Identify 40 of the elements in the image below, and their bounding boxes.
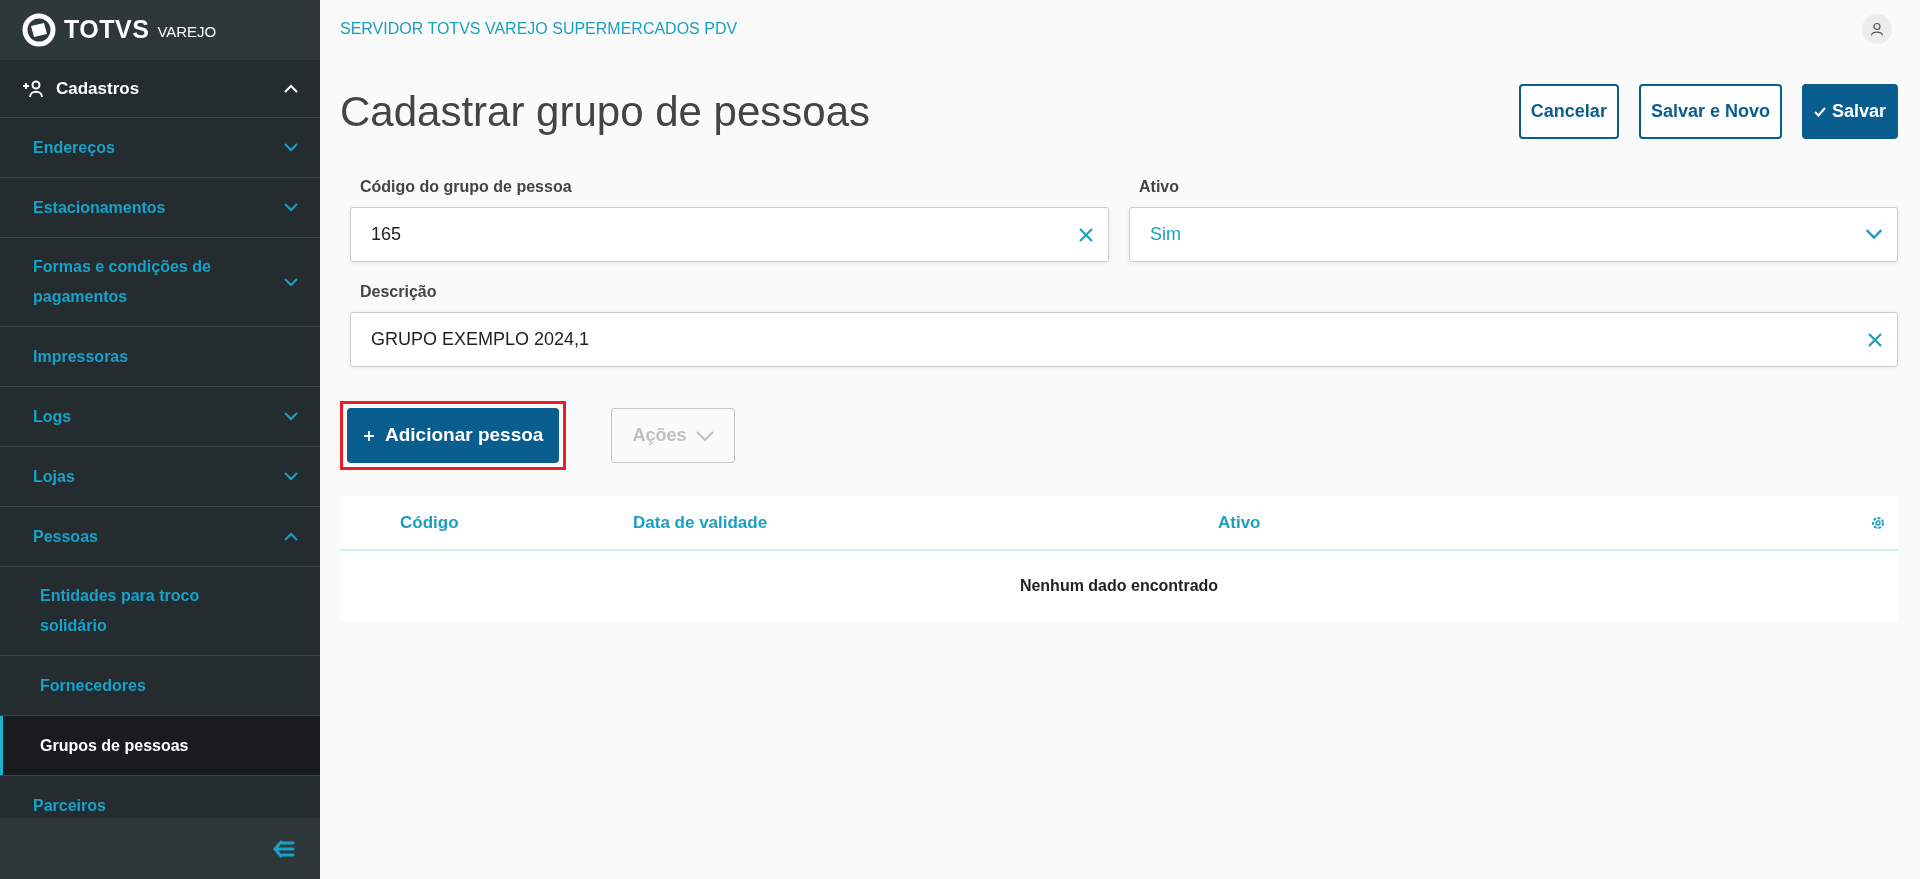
add-person-button[interactable]: Adicionar pessoa <box>347 408 560 463</box>
clear-icon[interactable] <box>1078 226 1094 243</box>
clear-icon[interactable] <box>1867 331 1883 348</box>
logo-icon <box>22 13 56 47</box>
plus-icon <box>363 430 375 443</box>
check-icon <box>1813 107 1826 118</box>
input-field[interactable]: 165 <box>350 207 1109 262</box>
add-person-icon <box>22 79 44 98</box>
column-header: Data de validade <box>633 512 768 532</box>
menu-item[interactable]: Pessoas <box>0 507 320 567</box>
menu-item[interactable]: Impressoras <box>0 327 320 387</box>
action-button[interactable]: Cancelar <box>1518 84 1619 139</box>
brand-name: TOTVS <box>64 14 150 46</box>
menu-item[interactable]: Endereços <box>0 118 320 178</box>
menu-item[interactable]: Grupos de pessoas <box>0 716 320 776</box>
menu-item[interactable]: Entidades para troco solidário <box>0 567 320 656</box>
collapse-icon <box>284 84 298 93</box>
user-avatar[interactable] <box>1862 14 1892 44</box>
menu-item[interactable]: Formas e condições de pagamentos <box>0 238 320 327</box>
field-label: Ativo <box>1139 177 1180 197</box>
field-label: Código do grupo de pessoa <box>360 177 573 197</box>
menu-section[interactable]: Cadastros <box>0 60 320 118</box>
settings-icon[interactable] <box>1870 514 1886 531</box>
select-field[interactable]: Sim <box>1129 207 1898 262</box>
action-button[interactable]: Salvar e Novo <box>1638 84 1782 139</box>
menu-item[interactable]: Logs <box>0 387 320 447</box>
caret-icon <box>696 430 715 442</box>
input-field[interactable]: GRUPO EXEMPLO 2024,1 <box>350 312 1898 367</box>
field-label: Descrição <box>360 282 438 302</box>
menu-item[interactable]: Lojas <box>0 447 320 507</box>
product-name: VAREJO <box>157 21 217 42</box>
save-button[interactable]: Salvar <box>1801 84 1898 139</box>
collapse-menu-icon[interactable] <box>273 839 295 858</box>
page-title: Cadastrar grupo de pessoas <box>340 87 870 137</box>
column-header: Código <box>400 512 459 532</box>
server-title: SERVIDOR TOTVS VAREJO SUPERMERCADOS PDV <box>340 19 738 39</box>
dropdown-icon <box>1865 229 1883 240</box>
column-header: Ativo <box>1218 512 1261 532</box>
empty-message: Nenhum dado encontrado <box>1019 576 1219 596</box>
menu-item[interactable]: Estacionamentos <box>0 178 320 238</box>
